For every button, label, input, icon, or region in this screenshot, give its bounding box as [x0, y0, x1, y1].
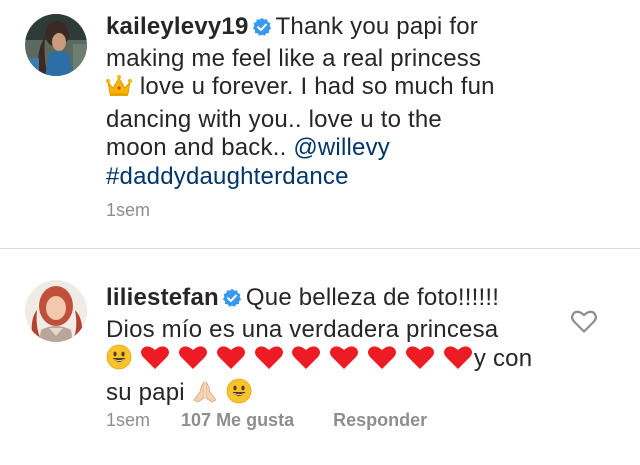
mention-link[interactable]: @willevy	[293, 134, 390, 161]
heart-icon	[367, 344, 397, 378]
crown-icon	[106, 74, 132, 106]
smile-icon	[106, 344, 132, 378]
comment-body: liliestefan Que belleza de foto!!!!!! Dio…	[106, 284, 576, 411]
comment-liliestefan: liliestefan Que belleza de foto!!!!!! Dio…	[0, 250, 640, 465]
username[interactable]: liliestefan	[106, 284, 219, 311]
comment-text-line-4: dancing with you.. love u to the	[106, 105, 442, 133]
username[interactable]: kaileylevy19	[106, 13, 249, 40]
heart-icon	[178, 344, 208, 378]
comment-text-line-5: moon and back..	[106, 134, 287, 161]
comment-kaileylevy19: kaileylevy19 Thank you papi for making me…	[0, 0, 640, 245]
heart-icon	[329, 344, 359, 378]
heart-icon	[254, 344, 284, 378]
comment-text-line-1: Que belleza de foto!!!!!!	[245, 284, 500, 311]
hashtag-link[interactable]: #daddydaughterdance	[106, 163, 349, 190]
comment-meta: 1sem 107 Me gusta Responder	[106, 410, 427, 431]
divider	[0, 248, 640, 249]
verified-badge-icon	[222, 287, 242, 316]
avatar[interactable]	[25, 280, 87, 342]
emoji-line: y con	[106, 344, 576, 378]
comment-meta: 1sem	[106, 200, 150, 221]
comment-text-line-2: Dios mío es una verdadera princesa	[106, 315, 499, 343]
comment-time: 1sem	[106, 410, 151, 430]
pray-icon	[192, 378, 218, 412]
heart-icon	[291, 344, 321, 378]
comment-text-line-2: making me feel like a real princess	[106, 44, 482, 72]
heart-icon	[405, 344, 435, 378]
comment-body: kaileylevy19 Thank you papi for making me…	[106, 13, 616, 191]
comment-time: 1sem	[106, 200, 151, 220]
smile-icon	[226, 378, 252, 412]
comment-text-line-1: Thank you papi for	[275, 13, 478, 40]
verified-badge-icon	[252, 16, 272, 45]
reply-button[interactable]: Responder	[333, 410, 427, 431]
likes-count-link[interactable]: 107 Me gusta	[181, 410, 294, 431]
comment-text-line-3: y con	[473, 345, 533, 372]
heart-icon	[443, 344, 473, 378]
avatar[interactable]	[25, 14, 87, 76]
comment-text-line-3: love u forever. I had so much fun	[139, 73, 495, 100]
heart-icon	[140, 344, 170, 378]
comment-text-line-4: su papi	[106, 378, 185, 406]
heart-icon	[216, 344, 246, 378]
heart-outline-icon[interactable]	[570, 308, 598, 339]
